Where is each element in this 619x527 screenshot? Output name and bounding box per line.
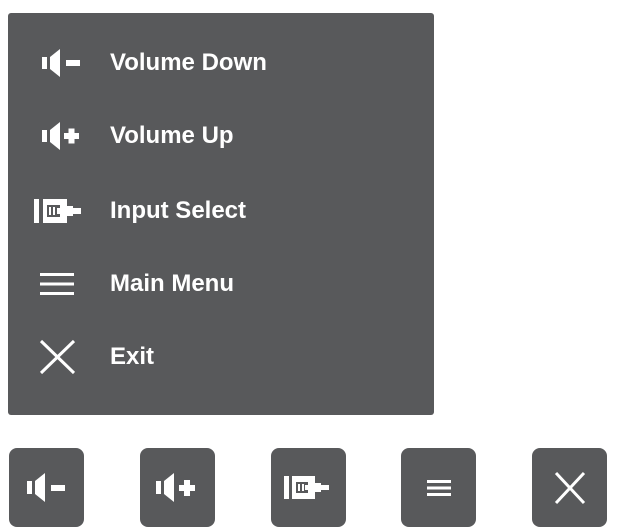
volume-up-icon [156,473,195,502]
menu-item-exit[interactable]: Exit [8,333,434,381]
volume-up-icon [42,122,79,150]
menu-item-label: Exit [110,343,155,370]
menu-item-volume-up[interactable]: Volume Up [8,112,434,160]
close-icon [39,339,76,375]
menu-item-label: Input Select [110,197,247,224]
volume-down-key[interactable] [9,448,84,527]
menu-item-label: Main Menu [110,270,234,297]
input-select-key[interactable] [271,448,346,527]
main-menu-key[interactable] [401,448,476,527]
close-icon [554,471,586,505]
menu-item-volume-down[interactable]: Volume Down [8,39,434,87]
menu-item-input-select[interactable]: Input Select [8,187,434,235]
menu-icon [427,480,451,496]
input-select-icon [284,476,329,499]
exit-key[interactable] [532,448,607,527]
menu-item-label: Volume Down [110,49,267,76]
osd-hotkey-menu: Volume Down Volume Up Input Select Main … [8,13,434,415]
menu-item-label: Volume Up [110,122,234,149]
volume-down-icon [42,49,80,77]
menu-icon [40,273,74,295]
volume-up-key[interactable] [140,448,215,527]
input-select-icon [34,199,81,223]
menu-item-main-menu[interactable]: Main Menu [8,260,434,308]
volume-down-icon [27,473,65,502]
